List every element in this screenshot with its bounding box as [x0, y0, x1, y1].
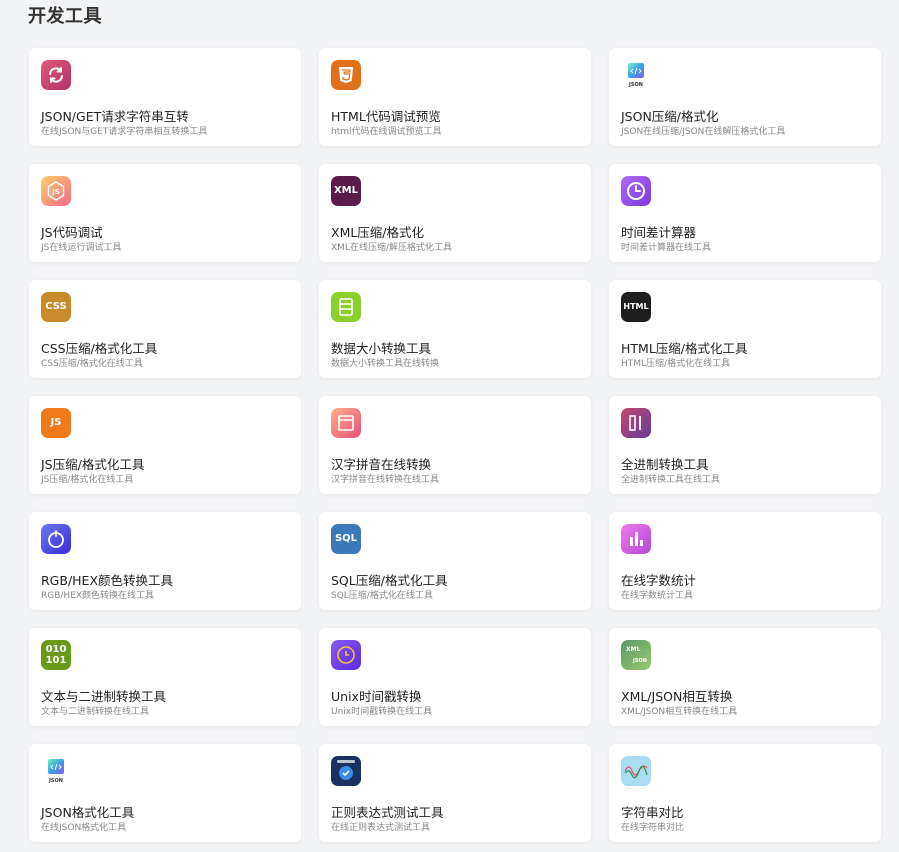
- tool-description: HTML压缩/格式化在线工具: [621, 359, 731, 369]
- tool-card[interactable]: XML JSON XML/JSON相互转换 XML/JSON相互转换在线工具: [609, 628, 881, 726]
- regex-shield-icon: [331, 756, 361, 786]
- tool-description: JS在线运行调试工具: [41, 243, 122, 253]
- tool-title: 字符串对比: [621, 805, 684, 820]
- svg-text:JSON: JSON: [628, 82, 643, 88]
- tool-card[interactable]: 汉字拼音在线转换汉字拼音在线转换在线工具: [319, 396, 591, 494]
- tool-title: 在线字数统计: [621, 573, 697, 588]
- bar-chart-icon: [621, 524, 651, 554]
- tool-card[interactable]: HTML HTML压缩/格式化工具 HTML压缩/格式化在线工具: [609, 280, 881, 378]
- pinyin-icon: [331, 408, 361, 438]
- tool-title: XML/JSON相互转换: [621, 689, 733, 704]
- html5-icon: [331, 60, 361, 90]
- html-text-icon: HTML: [621, 292, 651, 322]
- tool-title: XML压缩/格式化: [331, 225, 425, 240]
- tool-card[interactable]: 字符串对比在线字符串对比: [609, 744, 881, 842]
- tool-title: CSS压缩/格式化工具: [41, 341, 158, 356]
- dev-tools-page: 开发工具 JSON/GET请求字符串互转在线JSON与GET请求字符串相互转换工…: [0, 0, 899, 852]
- binary-icon: 010 101: [41, 640, 71, 670]
- tool-card[interactable]: 时间差计算器时间差计算器在线工具: [609, 164, 881, 262]
- tool-title: 全进制转换工具: [621, 457, 709, 472]
- tool-title: 正则表达式测试工具: [331, 805, 444, 820]
- tool-card[interactable]: RGB/HEX颜色转换工具 RGB/HEX颜色转换在线工具: [29, 512, 301, 610]
- tool-description: 在线字符串对比: [621, 823, 685, 833]
- color-drop-icon: [41, 524, 71, 554]
- tool-title: JSON/GET请求字符串互转: [41, 109, 189, 124]
- svg-text:JSON: JSON: [48, 778, 63, 784]
- tool-card[interactable]: JSON JSON压缩/格式化 JSON在线压缩/JSON在线解压格式化工具: [609, 48, 881, 146]
- tool-title: JS代码调试: [41, 225, 103, 240]
- tool-card[interactable]: SQL SQL压缩/格式化工具 SQL压缩/格式化在线工具: [319, 512, 591, 610]
- tool-description: 在线字数统计工具: [621, 591, 694, 601]
- svg-text:XML: XML: [626, 646, 641, 653]
- tool-card[interactable]: XML XML压缩/格式化 XML在线压缩/解压格式化工具: [319, 164, 591, 262]
- tool-title: 汉字拼音在线转换: [331, 457, 432, 472]
- json-doc-icon: JSON: [41, 756, 71, 786]
- tool-card[interactable]: 数据大小转换工具数据大小转换工具在线转换: [319, 280, 591, 378]
- diff-wave-icon: [621, 756, 651, 786]
- js-hexagon-icon: JS: [41, 176, 71, 206]
- js-icon: JS: [41, 408, 71, 438]
- tool-description: 在线JSON格式化工具: [41, 823, 127, 833]
- tool-card[interactable]: 全进制转换工具全进制转换工具在线工具: [609, 396, 881, 494]
- tool-title: SQL压缩/格式化工具: [331, 573, 448, 588]
- tool-description: 在线正则表达式测试工具: [331, 823, 431, 833]
- tool-card[interactable]: 010 101 文本与二进制转换工具文本与二进制转换在线工具: [29, 628, 301, 726]
- refresh-icon: [41, 60, 71, 90]
- svg-text:JS: JS: [51, 188, 60, 196]
- tool-card[interactable]: 在线字数统计在线字数统计工具: [609, 512, 881, 610]
- tool-title: HTML压缩/格式化工具: [621, 341, 748, 356]
- tool-description: XML在线压缩/解压格式化工具: [331, 243, 452, 253]
- tool-description: 时间差计算器在线工具: [621, 243, 712, 253]
- tool-title: JSON格式化工具: [41, 805, 135, 820]
- tool-title: RGB/HEX颜色转换工具: [41, 573, 174, 588]
- tool-title: JS压缩/格式化工具: [41, 457, 145, 472]
- tool-description: 全进制转换工具在线工具: [621, 475, 721, 485]
- xml-icon: XML: [331, 176, 361, 206]
- tool-card[interactable]: Unix时间戳转换 Unix时间戳转换在线工具: [319, 628, 591, 726]
- sql-icon: SQL: [331, 524, 361, 554]
- tool-card[interactable]: HTML代码调试预览 html代码在线调试预览工具: [319, 48, 591, 146]
- tool-description: JS压缩/格式化在线工具: [41, 475, 134, 485]
- tool-description: Unix时间戳转换在线工具: [331, 707, 433, 717]
- tool-description: SQL压缩/格式化在线工具: [331, 591, 433, 601]
- tool-description: JSON在线压缩/JSON在线解压格式化工具: [621, 127, 786, 137]
- tool-grid: JSON/GET请求字符串互转在线JSON与GET请求字符串相互转换工具 HTM…: [29, 48, 881, 842]
- css-icon: CSS: [41, 292, 71, 322]
- timestamp-icon: [331, 640, 361, 670]
- tool-title: 数据大小转换工具: [331, 341, 432, 356]
- tool-title: Unix时间戳转换: [331, 689, 422, 704]
- tool-title: 时间差计算器: [621, 225, 697, 240]
- json-doc-icon: JSON: [621, 60, 651, 90]
- tool-description: 数据大小转换工具在线转换: [331, 359, 440, 369]
- binary-base-icon: [621, 408, 651, 438]
- svg-text:JSON: JSON: [632, 658, 647, 664]
- tool-description: RGB/HEX颜色转换在线工具: [41, 591, 155, 601]
- tool-description: 文本与二进制转换在线工具: [41, 707, 150, 717]
- clock-icon: [621, 176, 651, 206]
- tool-title: HTML代码调试预览: [331, 109, 441, 124]
- xml-json-icon: XML JSON: [621, 640, 651, 670]
- tool-description: CSS压缩/格式化在线工具: [41, 359, 143, 369]
- tool-card[interactable]: JS JS压缩/格式化工具 JS压缩/格式化在线工具: [29, 396, 301, 494]
- tool-card[interactable]: JS JS代码调试 JS在线运行调试工具: [29, 164, 301, 262]
- storage-icon: [331, 292, 361, 322]
- tool-title: JSON压缩/格式化: [621, 109, 719, 124]
- tool-card[interactable]: JSON/GET请求字符串互转在线JSON与GET请求字符串相互转换工具: [29, 48, 301, 146]
- tool-card[interactable]: JSON JSON格式化工具在线JSON格式化工具: [29, 744, 301, 842]
- tool-description: 汉字拼音在线转换在线工具: [331, 475, 440, 485]
- tool-card[interactable]: CSS CSS压缩/格式化工具 CSS压缩/格式化在线工具: [29, 280, 301, 378]
- tool-description: html代码在线调试预览工具: [331, 127, 442, 137]
- tool-description: 在线JSON与GET请求字符串相互转换工具: [41, 127, 208, 137]
- tool-title: 文本与二进制转换工具: [41, 689, 167, 704]
- tool-card[interactable]: 正则表达式测试工具在线正则表达式测试工具: [319, 744, 591, 842]
- tool-description: XML/JSON相互转换在线工具: [621, 707, 738, 717]
- section-title: 开发工具: [28, 6, 102, 27]
